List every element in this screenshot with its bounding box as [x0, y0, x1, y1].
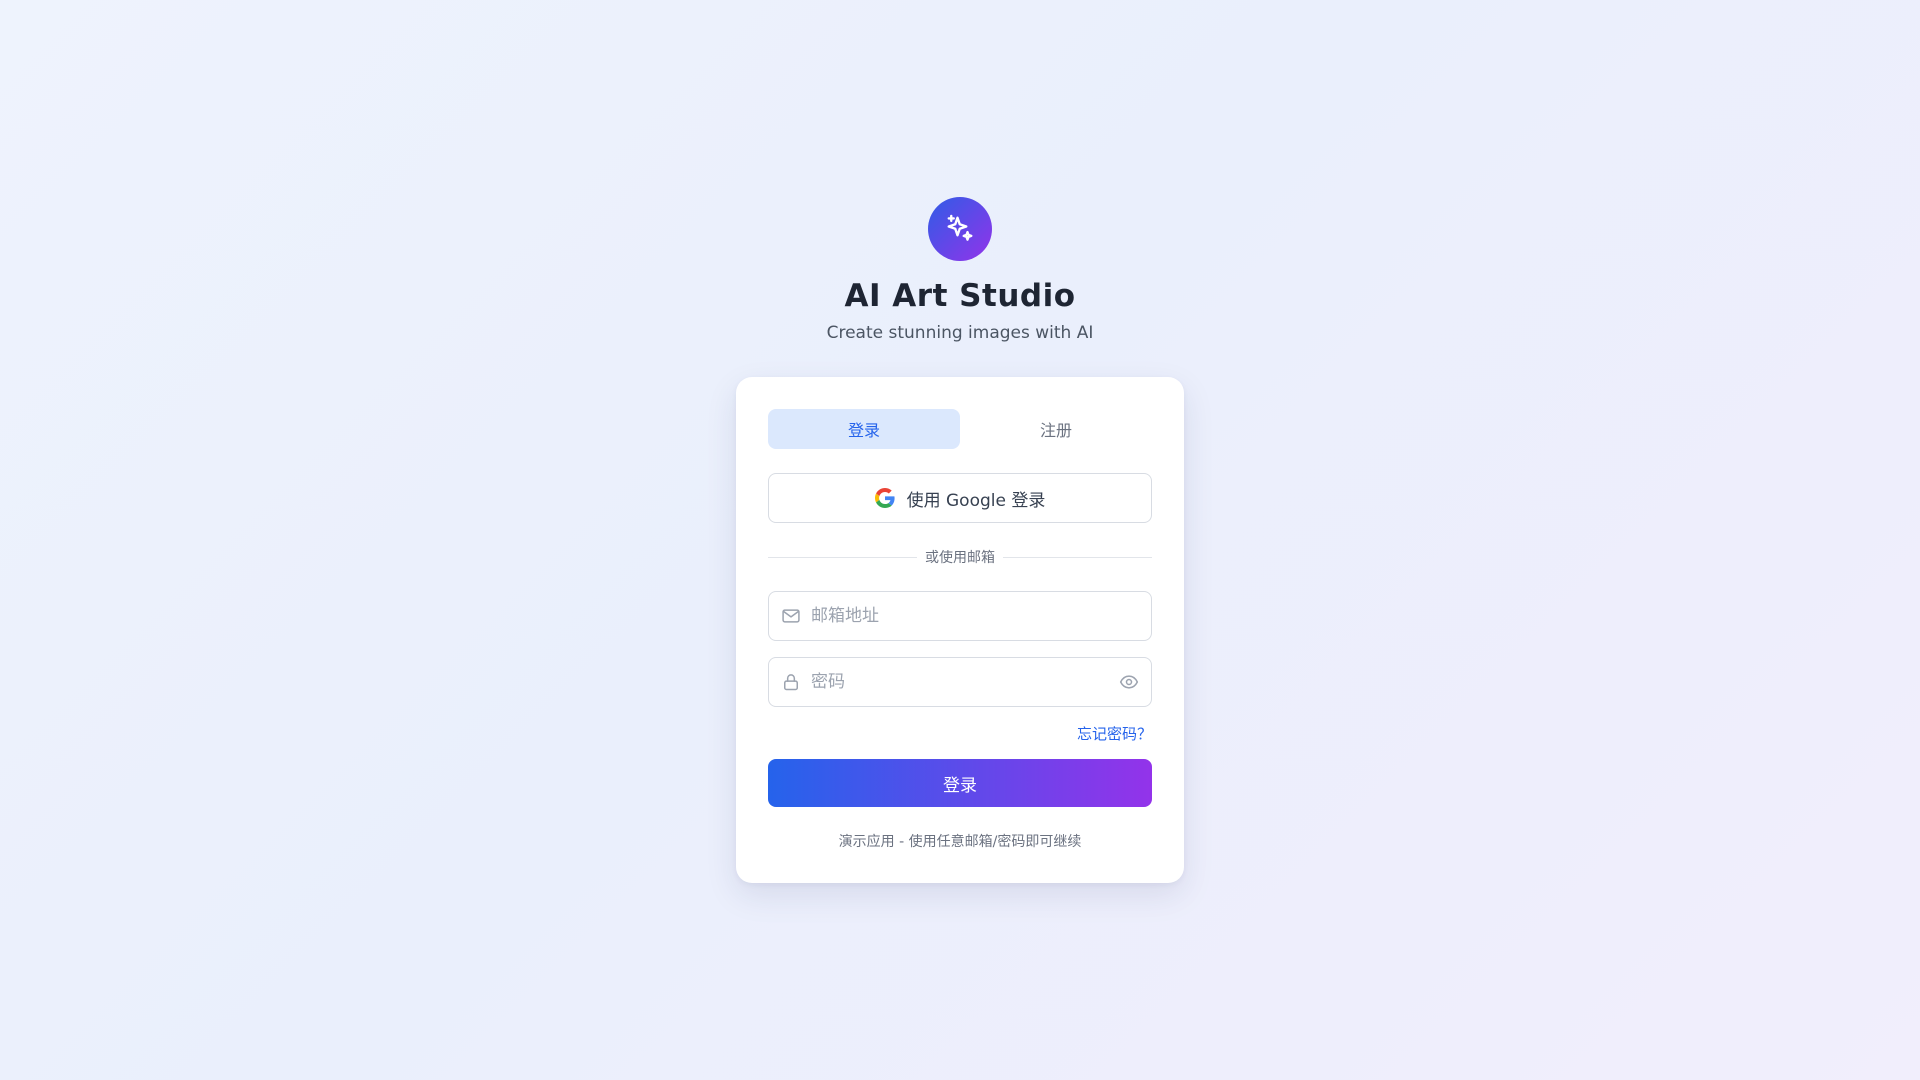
app-subtitle: Create stunning images with AI	[826, 323, 1094, 343]
eye-icon[interactable]	[1119, 672, 1139, 692]
google-login-button[interactable]: 使用 Google 登录	[768, 473, 1152, 523]
mail-icon	[781, 606, 801, 626]
auth-tabs: 登录 注册	[768, 409, 1152, 449]
sparkles-icon	[945, 214, 975, 244]
app-title: AI Art Studio	[844, 278, 1076, 314]
divider-line-left	[768, 556, 917, 558]
password-field-wrapper	[768, 657, 1152, 707]
email-input[interactable]	[811, 606, 1139, 626]
password-input[interactable]	[811, 672, 1109, 692]
app-header: AI Art Studio Create stunning images wit…	[0, 197, 1920, 345]
tab-login[interactable]: 登录	[768, 409, 960, 449]
demo-note: 演示应用 - 使用任意邮箱/密码即可继续	[838, 834, 1082, 850]
email-field-wrapper	[768, 591, 1152, 641]
divider: 或使用邮箱	[768, 547, 1152, 567]
login-submit-button[interactable]: 登录	[768, 759, 1152, 807]
google-login-label: 使用 Google 登录	[906, 490, 1046, 511]
divider-line-right	[1003, 556, 1152, 558]
tab-register[interactable]: 注册	[960, 409, 1152, 449]
divider-text: 或使用邮箱	[925, 550, 995, 566]
app-logo	[928, 197, 992, 261]
login-card: 登录 注册 使用 Google 登录 或使用邮箱 邮箱地址 忘记密码？ 登录 演…	[736, 377, 1184, 883]
google-icon	[874, 488, 895, 508]
lock-icon	[781, 672, 801, 692]
forgot-password-link[interactable]: 忘记密码？	[1077, 725, 1152, 743]
forgot-row: 忘记密码？	[768, 723, 1152, 743]
